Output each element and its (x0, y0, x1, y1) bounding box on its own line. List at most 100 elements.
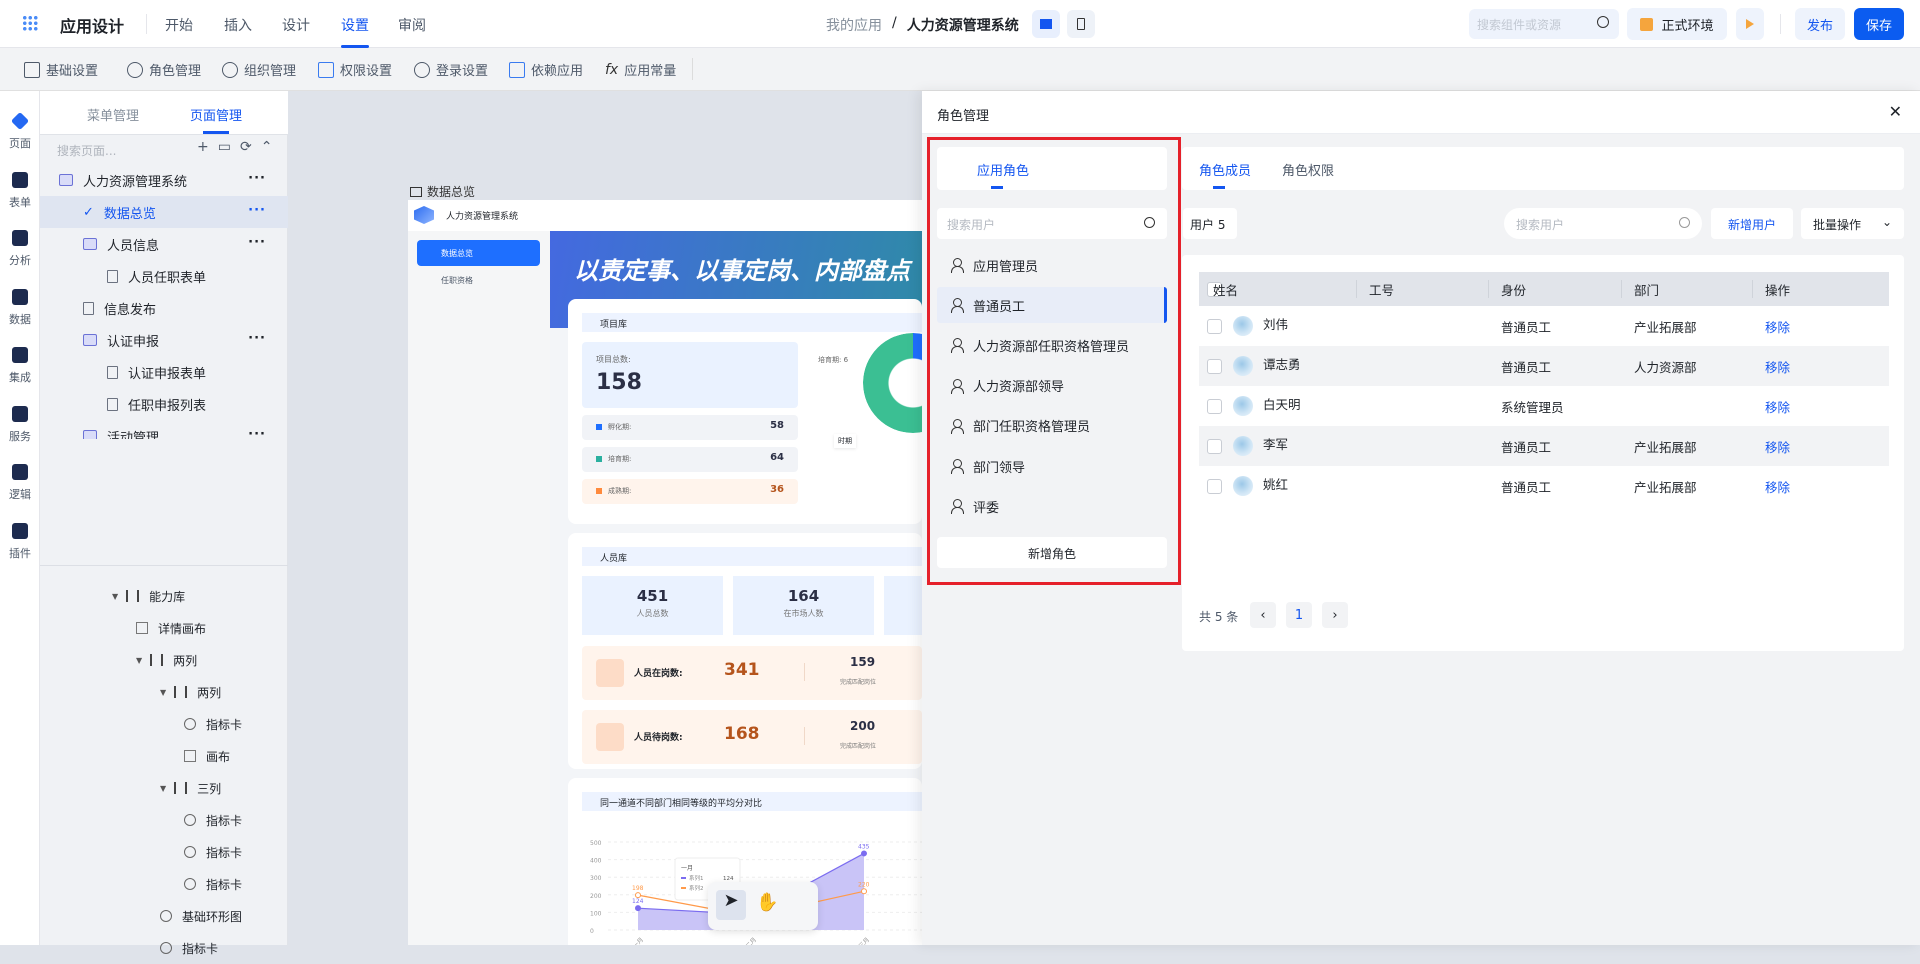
tab-start[interactable]: 开始 (165, 15, 193, 35)
toolbar-permission-settings[interactable]: 权限设置 (318, 60, 392, 79)
rail-item-plugins[interactable]: 插件 (0, 522, 40, 561)
role-item[interactable]: 人力资源部任职资格管理员 (937, 327, 1167, 363)
caret-down-icon[interactable]: ▼ (160, 784, 166, 793)
outline-item[interactable]: 指标卡 (40, 708, 288, 740)
tab-menu-management[interactable]: 菜单管理 (87, 105, 139, 124)
role-search-input[interactable]: 搜索用户 (937, 208, 1167, 239)
rail-item-pages[interactable]: 页面 (0, 111, 40, 151)
toolbar-dependencies[interactable]: 依赖应用 (509, 60, 583, 79)
role-item[interactable]: 评委 (937, 488, 1167, 524)
more-icon[interactable]: ··· (248, 331, 266, 346)
toolbar-basic-settings[interactable]: 基础设置 (24, 60, 98, 79)
page-1-button[interactable]: 1 (1286, 602, 1312, 628)
outline-item[interactable]: 基础环形图 (40, 900, 288, 932)
toolbar-login-settings[interactable]: 登录设置 (414, 60, 488, 79)
preview-nav-qualification[interactable]: 任职资格 (441, 275, 473, 286)
tree-item[interactable]: 活动管理 ··· (40, 420, 288, 439)
role-item[interactable]: 人力资源部领导 (937, 368, 1167, 404)
add-icon[interactable]: + (197, 139, 209, 155)
refresh-icon[interactable]: ⟳ (240, 139, 252, 155)
add-user-button[interactable]: 新增用户 (1711, 208, 1793, 239)
tab-page-management[interactable]: 页面管理 (190, 105, 242, 124)
remove-member-link[interactable]: 移除 (1765, 397, 1790, 416)
outline-item[interactable]: 画布 (40, 740, 288, 772)
rail-item-analytics[interactable]: 分析 (0, 230, 40, 268)
toolbar-role-management[interactable]: 角色管理 (127, 60, 201, 79)
tab-insert[interactable]: 插入 (224, 15, 252, 35)
toolbar-org-management[interactable]: 组织管理 (222, 60, 296, 79)
rail-item-integration[interactable]: 集成 (0, 347, 40, 385)
batch-actions-dropdown[interactable]: 批量操作 ⌄ (1801, 208, 1904, 239)
mobile-view-button[interactable] (1067, 10, 1095, 38)
tree-item[interactable]: 信息发布 (40, 292, 288, 324)
row-checkbox[interactable] (1207, 318, 1222, 334)
role-item[interactable]: 部门任职资格管理员 (937, 408, 1167, 444)
outline-item[interactable]: ▼ 两列 (40, 644, 288, 676)
tab-settings[interactable]: 设置 (341, 15, 369, 48)
data-point[interactable] (635, 905, 641, 912)
tree-item[interactable]: 任职申报列表 (40, 388, 288, 420)
rail-item-services[interactable]: 服务 (0, 405, 40, 444)
breadcrumb-root[interactable]: 我的应用 (826, 15, 882, 35)
outline-item[interactable]: ▼ 两列 (40, 676, 288, 708)
caret-down-icon[interactable]: ▼ (136, 656, 142, 665)
role-item[interactable]: 应用管理员 (937, 247, 1167, 283)
add-role-button[interactable]: 新增角色 (937, 537, 1167, 568)
tree-item[interactable]: ✓ 数据总览 ··· (40, 196, 288, 228)
preview-nav-overview[interactable]: 数据总览 (417, 240, 540, 266)
tree-item[interactable]: 人力资源管理系统 ··· (40, 164, 288, 196)
close-icon[interactable]: ✕ (1889, 102, 1902, 121)
outline-item[interactable]: 指标卡 (40, 932, 288, 964)
toolbar-constants[interactable]: fx 应用常量 (605, 60, 676, 80)
remove-member-link[interactable]: 移除 (1765, 437, 1790, 456)
environment-button[interactable]: 正式环境 (1627, 8, 1727, 40)
tree-item[interactable]: 人员信息 ··· (40, 228, 288, 260)
role-item[interactable]: 部门领导 (937, 448, 1167, 484)
outline-item[interactable]: ▼ 能力库 (40, 580, 288, 612)
more-icon[interactable]: ··· (248, 203, 266, 218)
outline-item[interactable]: 指标卡 (40, 836, 288, 868)
more-icon[interactable]: ··· (248, 235, 266, 250)
role-item[interactable]: 普通员工 (937, 287, 1167, 324)
rail-item-forms[interactable]: 表单 (0, 171, 40, 210)
tab-app-roles[interactable]: 应用角色 (977, 160, 1029, 179)
more-icon[interactable]: ··· (248, 171, 266, 186)
row-checkbox[interactable] (1207, 438, 1222, 454)
add-folder-icon[interactable]: ▭ (218, 139, 231, 155)
app-grid-icon[interactable] (22, 15, 38, 31)
next-page-button[interactable]: › (1322, 602, 1348, 628)
caret-down-icon[interactable]: ▼ (112, 592, 118, 601)
select-tool-icon[interactable]: ➤ (716, 890, 746, 920)
caret-down-icon[interactable]: ▼ (160, 688, 166, 697)
tree-item[interactable]: 认证申报表单 (40, 356, 288, 388)
tab-role-permissions[interactable]: 角色权限 (1282, 160, 1334, 179)
row-checkbox[interactable] (1207, 478, 1222, 494)
desktop-view-button[interactable] (1032, 10, 1060, 38)
preview-button[interactable] (1736, 8, 1764, 40)
data-point[interactable] (861, 850, 867, 857)
tab-review[interactable]: 审阅 (398, 15, 426, 35)
rail-item-data[interactable]: 数据 (0, 288, 40, 327)
data-point[interactable] (635, 892, 641, 899)
remove-member-link[interactable]: 移除 (1765, 357, 1790, 376)
save-button[interactable]: 保存 (1854, 8, 1904, 40)
rail-item-logic[interactable]: 逻辑 (0, 464, 40, 502)
tree-item[interactable]: 人员任职表单 (40, 260, 288, 292)
outline-item[interactable]: 指标卡 (40, 804, 288, 836)
remove-member-link[interactable]: 移除 (1765, 477, 1790, 496)
page-search-input[interactable]: 搜索页面... (57, 142, 116, 159)
row-checkbox[interactable] (1207, 398, 1222, 414)
prev-page-button[interactable]: ‹ (1250, 602, 1276, 628)
tab-design[interactable]: 设计 (282, 15, 310, 35)
more-icon[interactable]: ··· (248, 427, 266, 439)
data-point[interactable] (861, 888, 867, 895)
outline-item[interactable]: 详情画布 (40, 612, 288, 644)
remove-member-link[interactable]: 移除 (1765, 317, 1790, 336)
outline-item[interactable]: ▼ 三列 (40, 772, 288, 804)
tab-role-members[interactable]: 角色成员 (1199, 160, 1251, 179)
page-preview[interactable]: 人力资源管理系统 数据总览 任职资格 以责定事、以事定岗、内部盘点 项目库 项目… (408, 200, 922, 945)
component-search[interactable]: 搜索组件或资源 (1469, 9, 1619, 39)
collapse-icon[interactable]: ⌃ (261, 139, 273, 155)
hand-tool-icon[interactable]: ✋ (756, 892, 778, 913)
outline-item[interactable]: 指标卡 (40, 868, 288, 900)
